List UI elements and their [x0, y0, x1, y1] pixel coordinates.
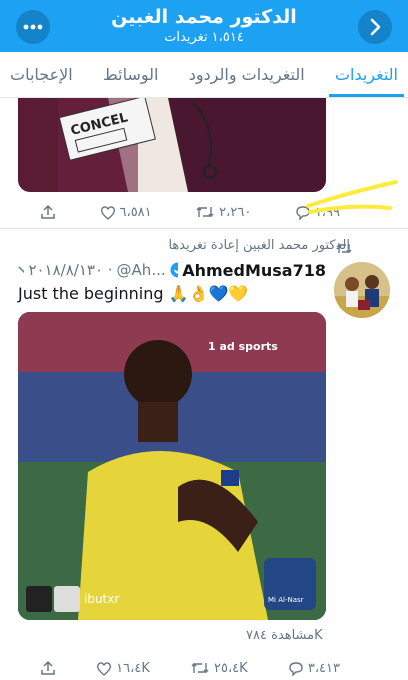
retweet-button[interactable]: ٢،٢٦٠	[195, 200, 251, 224]
yellow-arrow-annotation	[306, 180, 398, 214]
like-button[interactable]: ٦،٥٨١	[100, 200, 152, 224]
chevron-down-icon[interactable]	[18, 266, 25, 274]
tweet-video[interactable]: 1 ad sports ibutxr Mi Al-Nasr	[18, 312, 326, 620]
share-icon	[41, 660, 55, 675]
heart-icon	[100, 205, 115, 220]
retweet-count: ٢٥،٤K	[214, 660, 248, 676]
like-count: ١٦،٤K	[116, 660, 150, 676]
view-count: مشاهدة ٧٨٤K	[246, 628, 323, 643]
retweeted-icon-wrap	[336, 240, 352, 259]
tweet-count: ١،٥١٤ تغريدات	[164, 30, 244, 45]
tweet-image[interactable]: CONCEL	[18, 98, 326, 192]
chevron-right-icon	[370, 18, 381, 36]
avatar[interactable]	[334, 262, 390, 318]
tweet-date[interactable]: ٢٠١٨/٨/١٣٠ ·	[28, 261, 112, 279]
tweet1-actions: ٦،٥٨١ ٢،٢٦٠ ١،٩٩	[40, 200, 340, 224]
reply-icon	[289, 661, 303, 676]
tab-media[interactable]: الوسائط	[97, 52, 165, 97]
retweet-icon	[196, 207, 214, 217]
share-button[interactable]	[40, 200, 56, 224]
tab-tweets[interactable]: التغريدات	[328, 52, 405, 97]
tweet2-actions: ١٦،٤K ٢٥،٤K ٣،٤١٣	[40, 656, 340, 680]
channel-logo: 1 ad sports	[208, 340, 278, 353]
like-button[interactable]: ١٦،٤K	[96, 656, 150, 680]
retweet-button[interactable]: ٢٥،٤K	[190, 656, 248, 680]
more-dots-icon	[23, 24, 43, 30]
retweeted-icon	[336, 244, 352, 253]
reply-count: ٣،٤١٣	[307, 660, 340, 676]
video-brand: Mi Al-Nasr	[268, 596, 304, 604]
back-button[interactable]	[358, 10, 392, 44]
heart-icon	[97, 661, 112, 676]
profile-tabs: التغريدات التغريدات والردود الوسائط الإع…	[0, 52, 408, 98]
profile-name: الدكتور محمد الغبين	[111, 6, 297, 28]
retweet-icon	[191, 663, 209, 673]
tab-tweets-replies[interactable]: التغريدات والردود	[183, 52, 311, 97]
profile-header: الدكتور محمد الغبين ١،٥١٤ تغريدات	[0, 0, 408, 52]
retweet-context[interactable]: الدكتور محمد الغبين إعادة تغريدها	[18, 238, 350, 253]
verified-badge-icon	[170, 262, 179, 278]
share-icon	[41, 204, 55, 219]
tab-likes[interactable]: الإعجابات	[4, 52, 79, 97]
tweet-divider	[0, 228, 408, 229]
tweet-header: AhmedMusa718 @Ah... ٢٠١٨/٨/١٣٠ ·	[18, 259, 326, 281]
reply-button[interactable]: ٣،٤١٣	[288, 656, 340, 680]
more-button[interactable]	[16, 10, 50, 44]
author-handle[interactable]: @Ah...	[117, 261, 166, 279]
share-button[interactable]	[40, 656, 56, 680]
like-count: ٦،٥٨١	[119, 204, 152, 220]
video-watermark: ibutxr	[84, 592, 120, 606]
avatar-photo	[334, 262, 390, 318]
video-frame	[18, 312, 326, 620]
tweet-text: Just the beginning 🙏👌💙💛	[18, 284, 249, 303]
shirt-photo: CONCEL	[18, 98, 326, 192]
retweet-count: ٢،٢٦٠	[219, 204, 252, 220]
author-name[interactable]: AhmedMusa718	[182, 261, 326, 280]
